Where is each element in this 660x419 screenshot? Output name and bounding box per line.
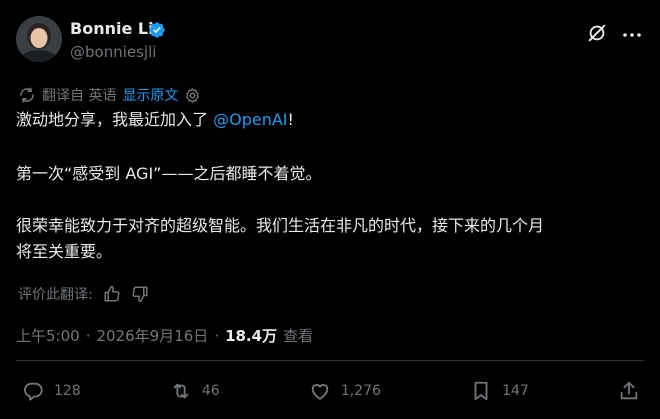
tweet-time[interactable]: 上午5:00: [16, 325, 80, 346]
header-actions: [586, 22, 642, 44]
grok-icon[interactable]: [586, 22, 608, 44]
reply-button[interactable]: 128: [22, 380, 81, 402]
tweet-date[interactable]: 2026年9月16日: [96, 325, 208, 346]
reply-count: 128: [54, 383, 81, 399]
tweet-text-line-4: 将至关重要。: [16, 242, 113, 261]
verified-badge-icon: [148, 21, 166, 39]
like-count: 1,276: [340, 383, 381, 399]
share-icon: [618, 380, 640, 402]
tweet-text-line-1: 激动地分享，我最近加入了 @OpenAI!: [16, 108, 646, 132]
separator: ·: [85, 326, 91, 345]
more-icon[interactable]: [622, 24, 642, 42]
tweet-text: !: [287, 110, 294, 129]
avatar[interactable]: [16, 16, 62, 62]
repost-icon: [170, 380, 192, 402]
author-handle[interactable]: @bonniesjli: [70, 42, 156, 62]
mention-link[interactable]: @OpenAI: [213, 110, 287, 129]
author-name[interactable]: Bonnie Li: [70, 18, 154, 40]
rate-translation-row: 评价此翻译:: [18, 284, 149, 304]
tweet-text-line-2: 第一次“感受到 AGI”——之后都睡不着觉。: [16, 164, 322, 183]
repost-button[interactable]: 46: [170, 380, 220, 402]
translation-label: 翻译自 英语: [42, 88, 117, 104]
views-label: 查看: [283, 327, 314, 345]
separator: ·: [214, 326, 220, 345]
rate-translation-label: 评价此翻译:: [18, 287, 93, 303]
thumbs-down-icon[interactable]: [131, 285, 149, 303]
tweet-text-line-3: 很荣幸能致力于对齐的超级智能。我们生活在非凡的时代，接下来的几个月: [16, 216, 545, 235]
views-count: 18.4万: [225, 327, 278, 345]
tweet-text: 激动地分享，我最近加入了: [16, 110, 214, 129]
tweet-meta: 上午5:00 · 2026年9月16日 · 18.4万 查看: [16, 325, 313, 346]
settings-icon[interactable]: [184, 87, 201, 104]
bookmark-count: 147: [502, 383, 529, 399]
like-icon: [309, 380, 331, 402]
show-original-link[interactable]: 显示原文: [122, 85, 178, 105]
divider: [16, 360, 644, 361]
reply-icon: [22, 380, 44, 402]
thumbs-up-icon[interactable]: [103, 285, 121, 303]
translation-row: 翻译自 英语 显示原文: [18, 85, 201, 105]
share-button[interactable]: [618, 380, 640, 402]
like-button[interactable]: 1,276: [309, 380, 381, 402]
translate-icon: [18, 86, 36, 104]
repost-count: 46: [201, 383, 220, 399]
bookmark-button[interactable]: 147: [470, 380, 529, 402]
action-bar: 128 46 1,276 147: [22, 380, 640, 402]
bookmark-icon: [470, 380, 492, 402]
